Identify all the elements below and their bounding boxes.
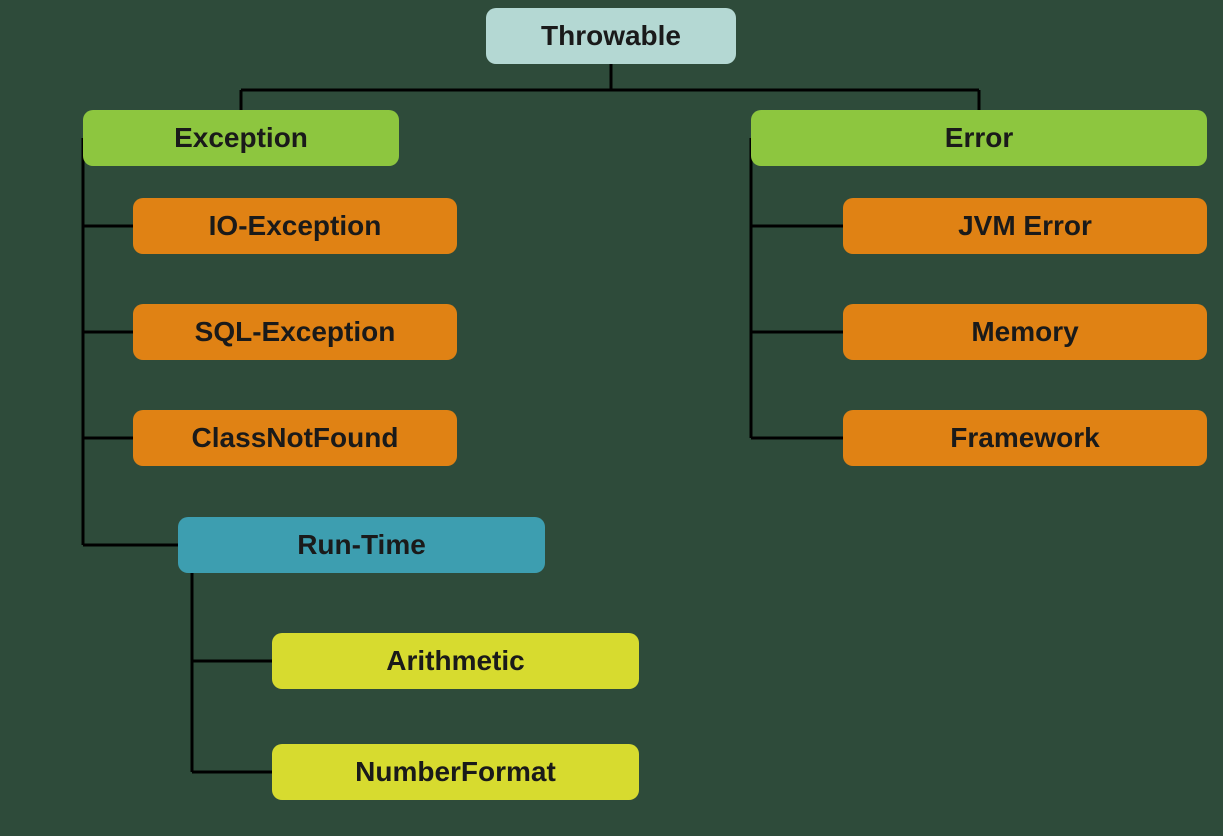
node-sql-exception: SQL-Exception — [133, 304, 457, 360]
node-framework: Framework — [843, 410, 1207, 466]
node-io-exception: IO-Exception — [133, 198, 457, 254]
node-numberformat: NumberFormat — [272, 744, 639, 800]
node-classnotfound: ClassNotFound — [133, 410, 457, 466]
node-exception: Exception — [83, 110, 399, 166]
node-throwable: Throwable — [486, 8, 736, 64]
node-memory: Memory — [843, 304, 1207, 360]
node-runtime: Run-Time — [178, 517, 545, 573]
node-error: Error — [751, 110, 1207, 166]
node-jvm-error: JVM Error — [843, 198, 1207, 254]
node-arithmetic: Arithmetic — [272, 633, 639, 689]
